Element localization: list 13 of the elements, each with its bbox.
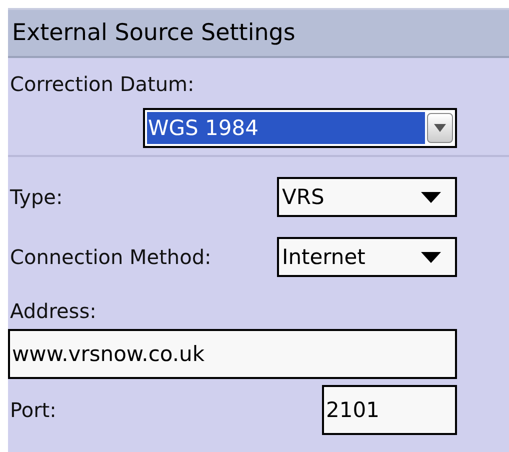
field-label: Port: — [9, 398, 56, 422]
dropdown[interactable]: WGS 1984 — [143, 108, 457, 148]
header-title: External Source Settings — [12, 20, 296, 46]
text-field[interactable]: 2101 — [322, 385, 457, 435]
field-label: Connection Method: — [9, 245, 212, 269]
text-field[interactable]: www.vrsnow.co.uk — [8, 329, 457, 379]
field-label: Correction Datum: — [9, 72, 196, 98]
dropdown[interactable]: VRS — [277, 177, 457, 217]
dropdown[interactable]: Internet — [277, 237, 457, 277]
field-label: Type: — [9, 185, 63, 209]
dropdown-arrow-icon — [421, 192, 441, 202]
dropdown-arrow-icon — [421, 252, 441, 262]
field-label: Address: — [9, 299, 98, 325]
